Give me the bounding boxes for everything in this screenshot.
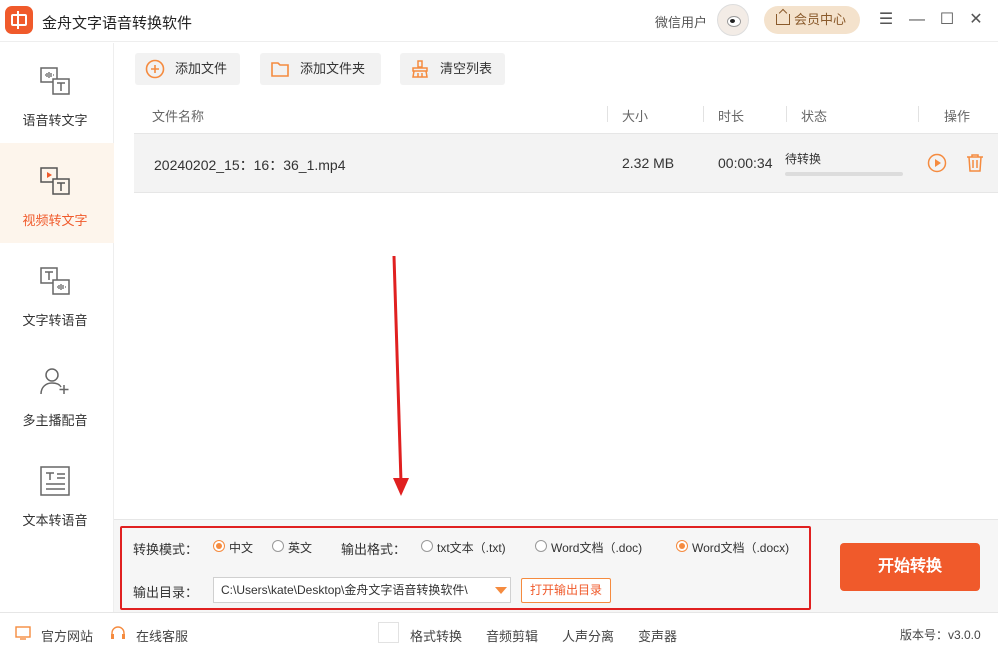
- format-docx-label[interactable]: Word文档（.docx): [692, 539, 789, 556]
- status-bar: 官方网站 在线客服 格式转换 音频剪辑 人声分离 变声器 版本号：v3.0.0: [0, 612, 998, 651]
- open-output-directory-button[interactable]: 打开输出目录: [521, 578, 611, 603]
- start-conversion-button[interactable]: 开始转换: [840, 543, 980, 591]
- output-format-label: 输出格式：: [341, 542, 407, 557]
- tool-placeholder-icon: [378, 622, 399, 643]
- official-website-link[interactable]: 官方网站: [41, 626, 93, 645]
- output-directory-label: 输出目录：: [133, 585, 199, 600]
- voice-changer-link[interactable]: 变声器: [638, 626, 677, 645]
- format-doc-radio[interactable]: [535, 540, 547, 552]
- conversion-mode-label: 转换模式：: [133, 542, 199, 557]
- format-docx-radio[interactable]: [676, 540, 688, 552]
- vocal-separation-link[interactable]: 人声分离: [562, 626, 614, 645]
- chevron-down-icon[interactable]: [495, 587, 507, 594]
- format-txt-radio[interactable]: [421, 540, 433, 552]
- mode-chinese-label[interactable]: 中文: [229, 539, 253, 556]
- mode-english-radio[interactable]: [272, 540, 284, 552]
- version-label: 版本号：v3.0.0: [900, 628, 981, 642]
- output-path-field[interactable]: C:\Users\kate\Desktop\金舟文字语音转换软件\: [213, 577, 511, 603]
- mode-chinese-radio[interactable]: [213, 540, 225, 552]
- format-doc-label[interactable]: Word文档（.doc): [551, 539, 642, 556]
- audio-edit-link[interactable]: 音频剪辑: [486, 626, 538, 645]
- headset-icon: [111, 626, 125, 639]
- monitor-icon: [15, 626, 31, 640]
- format-convert-link[interactable]: 格式转换: [410, 626, 462, 645]
- format-txt-label[interactable]: txt文本（.txt): [437, 539, 506, 556]
- online-support-link[interactable]: 在线客服: [136, 626, 188, 645]
- mode-english-label[interactable]: 英文: [288, 539, 312, 556]
